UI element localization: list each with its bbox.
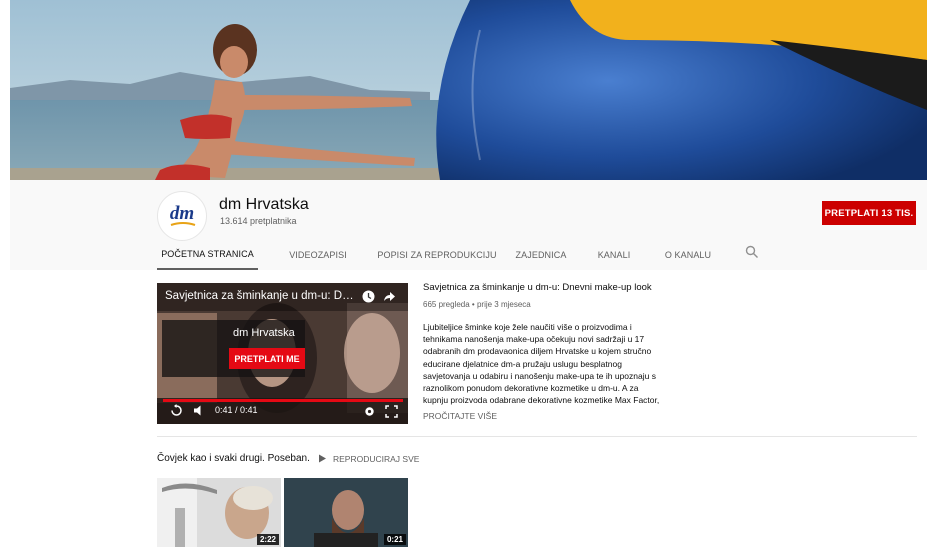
settings-icon[interactable] (363, 405, 376, 418)
video-thumbnail[interactable]: 2:22 (157, 478, 281, 547)
time-display: 0:41 / 0:41 (215, 405, 258, 415)
progress-bar[interactable] (163, 399, 403, 402)
description-line: kupnju proizvoda odabrane dekorativne ko… (423, 395, 660, 406)
player-video-title: Savjetnica za šminkanje u dm-u: Dnevn... (165, 290, 355, 302)
featured-video-description: Ljubiteljice šminke koje žele naučiti vi… (423, 321, 660, 406)
description-line: tehnikama nanošenja make-upa očekuju nov… (423, 334, 645, 345)
subscribe-button[interactable]: PRETPLATI 13 TIS. (822, 201, 916, 225)
tab-channels[interactable]: KANALI (594, 240, 634, 270)
shelf-title[interactable]: Čovjek kao i svaki drugi. Poseban. (157, 453, 310, 464)
tab-about[interactable]: O KANALU (663, 240, 713, 270)
tab-playlists[interactable]: POPISI ZA REPRODUKCIJU (377, 240, 497, 270)
featured-video-meta: 665 pregleda • prije 3 mjeseca (423, 300, 531, 309)
section-divider (157, 436, 917, 437)
play-all-button[interactable]: REPRODUCIRAJ SVE (333, 454, 419, 464)
description-line: savjetovanja u odabiru i nanošenju make-… (423, 370, 656, 381)
channel-banner (10, 0, 927, 180)
replay-icon[interactable] (170, 404, 183, 417)
channel-page: dm dm Hrvatska 13.614 pretplatnika PRETP… (0, 0, 927, 547)
read-more-link[interactable]: PROČITAJTE VIŠE (423, 411, 497, 421)
description-line: Ljubiteljice šminke koje žele naučiti vi… (423, 322, 632, 332)
endcard-subscribe-button[interactable]: PRETPLATI ME (229, 348, 305, 369)
banner-image (10, 0, 927, 180)
channel-name: dm Hrvatska (219, 196, 309, 213)
channel-avatar[interactable]: dm (157, 191, 207, 241)
search-icon[interactable] (745, 245, 759, 259)
description-line: odabranih dm prodavaonica diljem Hrvatsk… (423, 346, 652, 357)
tab-videos[interactable]: VIDEOZAPISI (283, 240, 353, 270)
play-all-icon[interactable] (318, 454, 327, 463)
volume-icon[interactable] (193, 404, 206, 417)
tab-community[interactable]: ZAJEDNICA (513, 240, 569, 270)
fullscreen-icon[interactable] (385, 405, 398, 418)
video-duration: 0:21 (383, 534, 406, 545)
video-thumbnail[interactable]: 0:21 (284, 478, 408, 547)
description-line: raznolikom ponudom dekorativne kozmetike… (423, 383, 639, 394)
subscriber-count: 13.614 pretplatnika (220, 216, 297, 226)
logo-swoosh-icon (170, 222, 196, 226)
tab-home[interactable]: POČETNA STRANICA (157, 240, 258, 270)
progress-fill (163, 399, 403, 402)
description-line: educirane djelatnice dm-a pružaju uslugu… (423, 358, 622, 369)
video-duration: 2:22 (256, 534, 279, 545)
endcard-channel-name: dm Hrvatska (233, 327, 295, 339)
featured-video-title[interactable]: Savjetnica za šminkanje u dm-u: Dnevni m… (423, 282, 652, 293)
share-icon[interactable] (383, 290, 396, 303)
watch-later-icon[interactable] (362, 290, 375, 303)
